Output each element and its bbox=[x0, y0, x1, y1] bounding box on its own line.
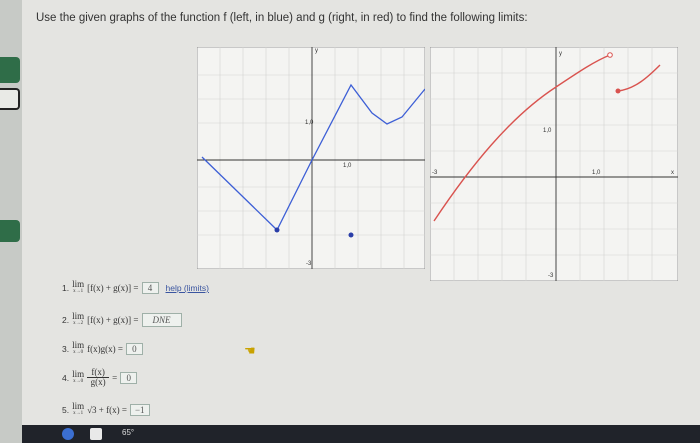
sidebar-tab-green-lower[interactable] bbox=[0, 220, 20, 242]
answer-field[interactable]: 0 bbox=[120, 371, 138, 384]
problem-3: 3. lim x→0 f(x)g(x) = 0 bbox=[62, 341, 143, 357]
limit-operator: lim x→0 bbox=[72, 368, 85, 384]
graph-g: y 1,0 1,0 x -3 -3 bbox=[430, 47, 678, 281]
fraction-denominator: g(x) bbox=[90, 377, 106, 387]
limit-operator: lim x→2 bbox=[72, 311, 85, 327]
graph-f-neg-y-label: -3 bbox=[306, 261, 312, 267]
answer-field[interactable]: 0 bbox=[125, 343, 143, 355]
problem-number: 4. bbox=[62, 372, 70, 383]
problem-5: 5. lim x→1 √3 + f(x) = −1 bbox=[62, 402, 150, 418]
graph-f-point bbox=[348, 232, 354, 238]
limit-operator: lim x→0 bbox=[72, 340, 85, 356]
equals-sign: = bbox=[112, 372, 118, 383]
limit-expression: [f(x) + g(x)] = bbox=[87, 283, 139, 293]
problem-2: 2. lim x→2 [f(x) + g(x)] = DNE bbox=[62, 312, 182, 328]
fraction-numerator: f(x) bbox=[91, 367, 105, 377]
graph-f-origin-label: 1,0 bbox=[343, 163, 352, 169]
problem-number: 5. bbox=[62, 405, 70, 415]
graph-f-tick-label: 1,0 bbox=[305, 120, 314, 126]
question-prompt: Use the given graphs of the function f (… bbox=[36, 12, 528, 24]
help-limits-link[interactable]: help (limits) bbox=[166, 283, 209, 293]
problem-number: 3. bbox=[62, 344, 70, 354]
answer-field[interactable]: −1 bbox=[129, 404, 150, 416]
graph-g-open-point bbox=[607, 52, 613, 58]
weather-temp: 65° bbox=[122, 428, 135, 437]
graph-f-point bbox=[274, 227, 280, 233]
left-sidebar bbox=[0, 0, 22, 443]
limit-expression: √3 + f(x) = bbox=[87, 405, 127, 415]
answer-field[interactable]: 4 bbox=[141, 282, 159, 294]
taskbar: 65° bbox=[22, 425, 700, 443]
graph-f: y 1,0 1,0 -3 -3 bbox=[197, 47, 425, 269]
sidebar-tab-outline[interactable] bbox=[0, 88, 20, 110]
graph-g-x-label: x bbox=[671, 170, 674, 176]
sidebar-tab-green[interactable] bbox=[0, 57, 20, 83]
problem-4: 4. lim x→0 f(x) g(x) = 0 bbox=[62, 367, 138, 387]
limit-expression: [f(x) + g(x)] = bbox=[87, 315, 139, 325]
answer-field[interactable]: DNE bbox=[141, 313, 182, 327]
graph-g-closed-point bbox=[615, 88, 621, 94]
limit-fraction: f(x) g(x) bbox=[87, 367, 110, 387]
problem-number: 1. bbox=[62, 283, 70, 293]
problem-number: 2. bbox=[62, 315, 70, 325]
app-icon[interactable] bbox=[90, 428, 102, 440]
limit-operator: lim x→1 bbox=[72, 279, 85, 295]
question-panel: Use the given graphs of the function f (… bbox=[22, 0, 700, 425]
graph-g-neg-x-label: -3 bbox=[432, 170, 438, 176]
hand-pointer-icon: ☚ bbox=[244, 343, 256, 358]
graph-g-origin-label: 1,0 bbox=[592, 170, 601, 176]
graph-g-y-label: y bbox=[559, 51, 562, 57]
limit-operator: lim x→1 bbox=[72, 401, 85, 417]
graph-g-neg-y-label: -3 bbox=[548, 273, 554, 279]
problem-1: 1. lim x→1 [f(x) + g(x)] = 4 help (limits… bbox=[62, 280, 209, 296]
start-icon[interactable] bbox=[62, 428, 74, 440]
graph-f-y-label: y bbox=[315, 48, 318, 54]
limit-expression: f(x)g(x) = bbox=[87, 344, 123, 354]
graph-g-tick-label: 1,0 bbox=[543, 128, 552, 134]
